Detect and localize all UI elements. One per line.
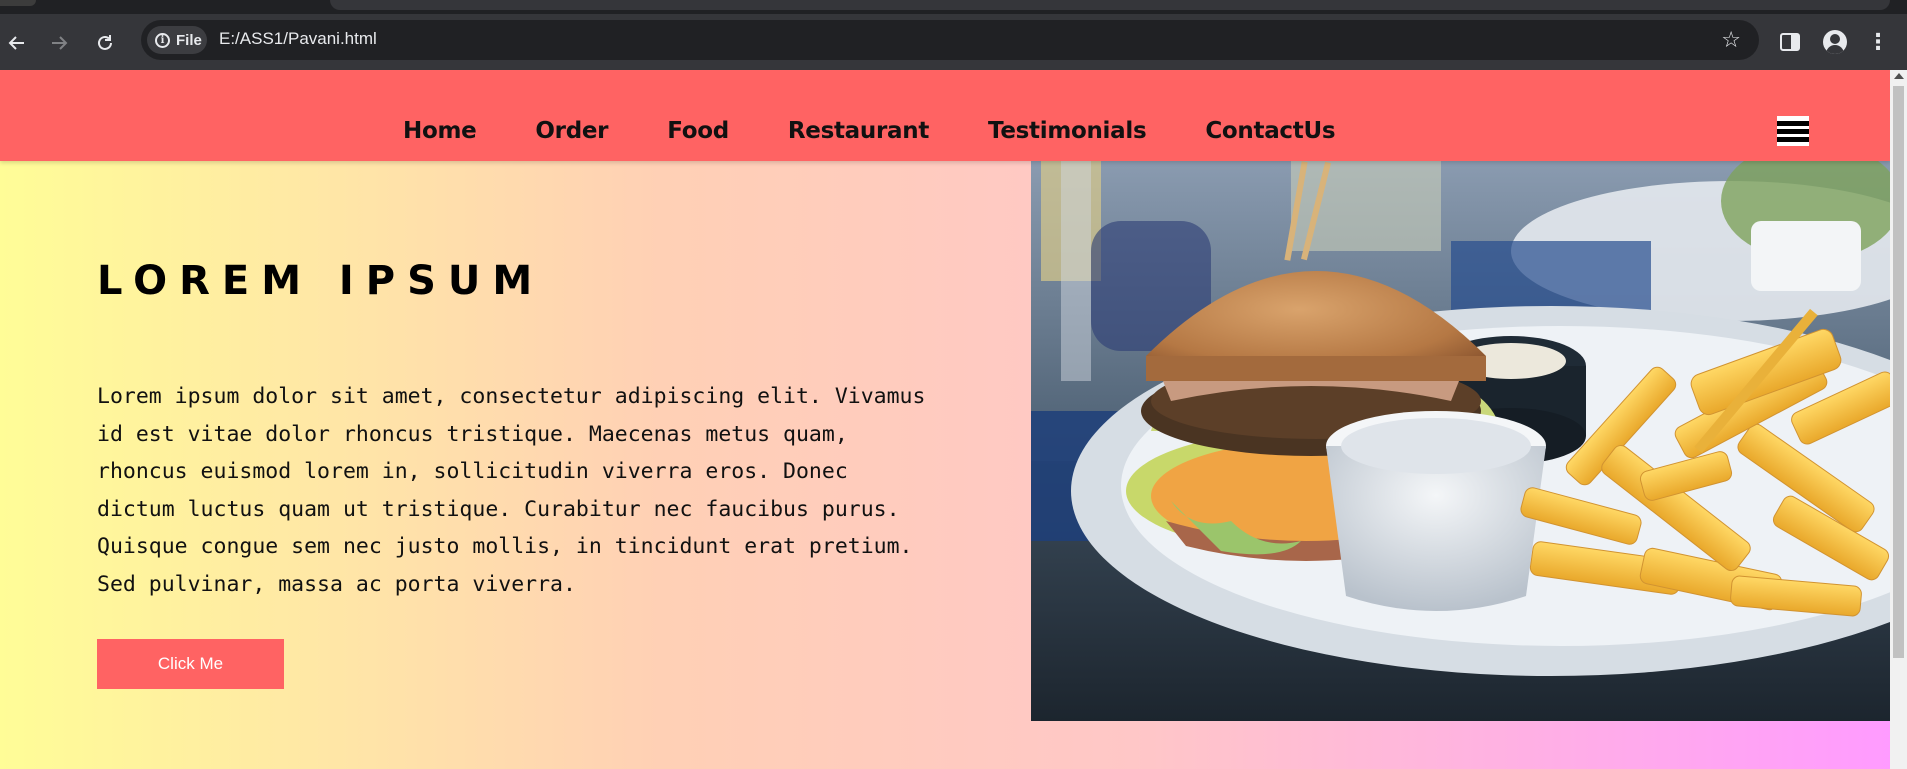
hero-line: Quisque congue sem nec justo mollis, in … [97, 534, 913, 559]
side-panel-icon [1780, 33, 1800, 51]
reload-icon [98, 35, 112, 50]
hero-line: dictum luctus quam ut tristique. Curabit… [97, 496, 900, 522]
arrow-right-icon [52, 36, 68, 50]
back-button[interactable] [0, 26, 34, 60]
nav-testimonials[interactable]: Testimonials [988, 118, 1147, 144]
tab-strip-bar [330, 0, 1890, 10]
click-me-button[interactable]: Click Me [97, 639, 284, 689]
hero-line: rhoncus euismod lorem in, sollicitudin v… [97, 459, 848, 484]
site-navbar: Home Order Food Restaurant Testimonials … [0, 70, 1890, 161]
scroll-up-arrow-icon[interactable] [1894, 73, 1904, 79]
nav-links: Home Order Food Restaurant Testimonials … [403, 118, 1394, 144]
nav-order[interactable]: Order [535, 118, 608, 144]
scrollbar-thumb[interactable] [1893, 86, 1904, 658]
address-bar[interactable]: i File E:/ASS1/Pavani.html ☆ [141, 20, 1759, 60]
browser-toolbar: i File E:/ASS1/Pavani.html ☆ ⋮ [0, 14, 1907, 70]
arrow-left-icon [8, 36, 24, 50]
site-info-label: File [176, 31, 202, 49]
profile-icon [1823, 30, 1847, 54]
hero-title: LOREM IPSUM [97, 258, 545, 304]
hero-line: Lorem ipsum dolor sit amet, consectetur … [97, 384, 926, 409]
nav-contactus[interactable]: ContactUs [1205, 118, 1335, 144]
hero-paragraph: Lorem ipsum dolor sit amet, consectetur … [97, 378, 997, 603]
nav-food[interactable]: Food [667, 118, 729, 144]
side-panel-button[interactable] [1774, 26, 1806, 58]
browser-tab-strip [0, 0, 1907, 14]
kebab-menu-icon: ⋮ [1867, 29, 1889, 54]
burger-fries-image [1031, 161, 1890, 721]
hamburger-menu-icon[interactable] [1777, 116, 1809, 146]
page-viewport: Home Order Food Restaurant Testimonials … [0, 70, 1890, 769]
profile-button[interactable] [1819, 26, 1851, 58]
site-info-chip[interactable]: i File [147, 26, 207, 54]
hero-title-wrap: LOREM IPSUM [97, 258, 997, 304]
browser-tab[interactable] [0, 0, 36, 6]
vertical-scrollbar[interactable] [1890, 70, 1907, 769]
hero-line: id est vitae dolor rhoncus tristique. Ma… [97, 421, 848, 447]
nav-home[interactable]: Home [403, 118, 477, 144]
hero-line: Sed pulvinar, massa ac porta viverra. [97, 571, 576, 597]
bookmark-star-icon[interactable]: ☆ [1721, 27, 1741, 53]
menu-button[interactable]: ⋮ [1862, 26, 1894, 58]
info-icon: i [155, 32, 170, 48]
nav-restaurant[interactable]: Restaurant [788, 118, 929, 144]
forward-button[interactable] [42, 26, 76, 60]
reload-button[interactable] [88, 26, 122, 60]
url-text[interactable]: E:/ASS1/Pavani.html [219, 29, 377, 49]
